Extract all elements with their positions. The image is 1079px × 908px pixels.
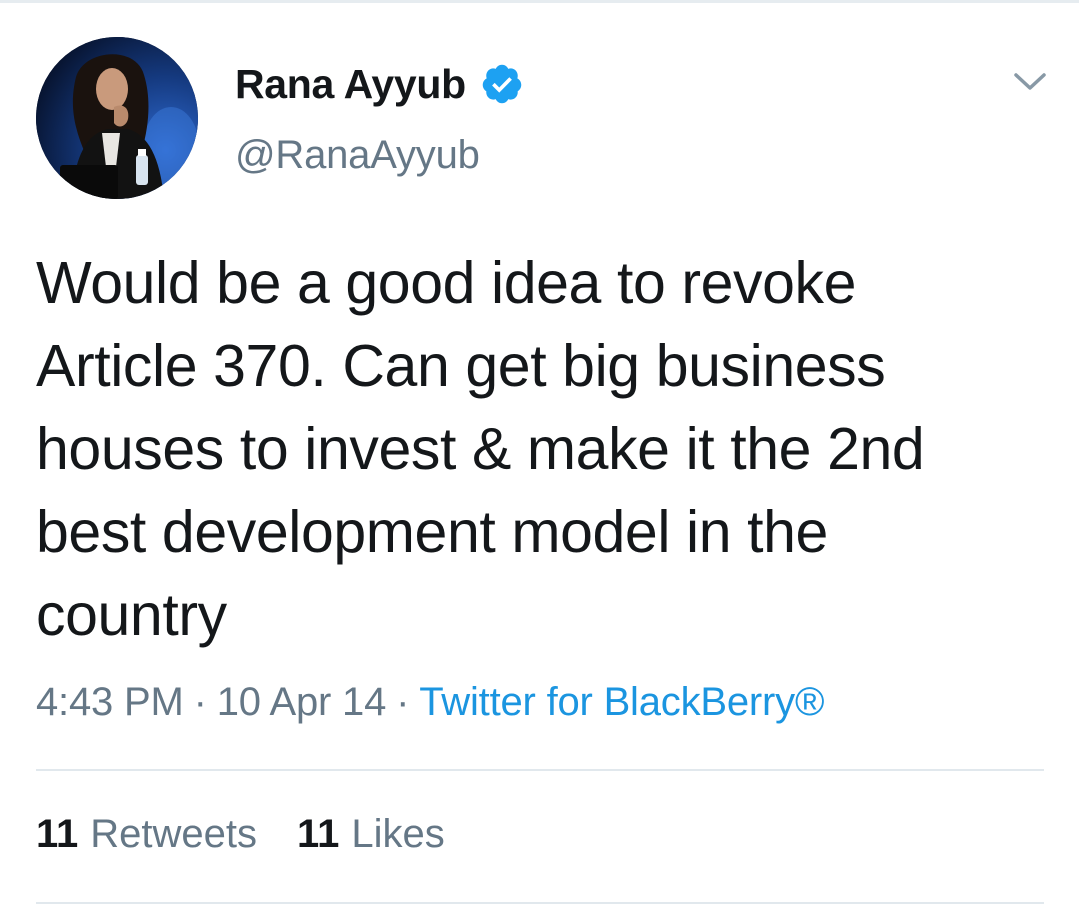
verified-badge-icon (480, 62, 524, 106)
tweet-card: Rana Ayyub @RanaAyyub Would be a good id… (0, 0, 1079, 908)
chevron-down-icon[interactable] (1012, 66, 1048, 96)
retweets-stat[interactable]: 11 Retweets (36, 812, 257, 857)
divider (36, 769, 1044, 771)
author-handle[interactable]: @RanaAyyub (235, 133, 480, 178)
tweet-text: Would be a good idea to revoke Article 3… (36, 250, 925, 648)
divider (36, 902, 1044, 904)
tweet-date[interactable]: 10 Apr 14 (217, 680, 387, 724)
likes-count: 11 (297, 812, 340, 856)
retweets-count: 11 (36, 812, 79, 856)
author-display-name[interactable]: Rana Ayyub (235, 61, 466, 108)
tweet-stats: 11 Retweets 11 Likes (36, 812, 445, 857)
tweet-metadata: 4:43 PM · 10 Apr 14 · Twitter for BlackBerry… (36, 680, 824, 725)
likes-label: Likes (351, 812, 445, 856)
likes-stat[interactable]: 11 Likes (297, 812, 445, 857)
retweets-label: Retweets (90, 812, 258, 856)
meta-separator: · (193, 680, 207, 724)
tweet-time[interactable]: 4:43 PM (36, 680, 184, 724)
avatar[interactable] (36, 37, 198, 199)
meta-separator: · (396, 680, 410, 724)
author-name-row: Rana Ayyub (235, 56, 524, 112)
tweet-source-link[interactable]: Twitter for BlackBerry® (419, 680, 824, 724)
